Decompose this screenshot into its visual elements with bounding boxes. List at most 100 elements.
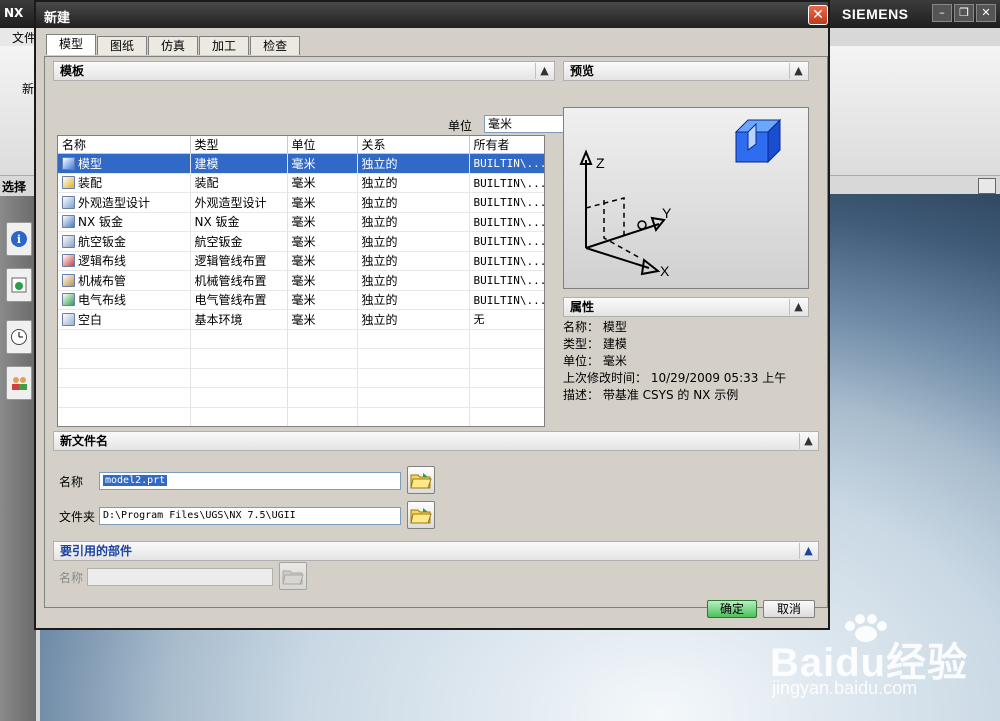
tab-model[interactable]: 模型 — [46, 34, 97, 55]
empty-table-row — [58, 407, 544, 426]
table-row[interactable]: 空白 基本环境 毫米 独立的 无 — [58, 309, 544, 330]
cell-text: 独立的 — [361, 215, 398, 230]
table-row[interactable]: 装配 装配 毫米 独立的 BUILTIN\... — [58, 173, 544, 193]
cell-text: 航空钣金 — [194, 234, 243, 249]
table-cell-unit: 毫米 — [287, 290, 358, 310]
template-icon — [62, 312, 75, 326]
template-icon — [62, 234, 75, 248]
referenced-parts-section-header[interactable]: 要引用的部件 ▲ — [53, 541, 819, 561]
cell-text: 独立的 — [361, 254, 398, 269]
cell-text: 独立的 — [361, 156, 398, 171]
empty-cell — [469, 329, 544, 349]
restore-icon[interactable]: ❐ — [954, 4, 974, 22]
empty-cell — [58, 348, 191, 369]
cell-text: 毫米 — [291, 312, 316, 327]
table-row[interactable]: 外观造型设计 外观造型设计 毫米 独立的 BUILTIN\... — [58, 192, 544, 213]
tab-inspection[interactable]: 检查 — [250, 36, 301, 55]
template-icon — [62, 176, 75, 190]
empty-cell — [58, 407, 191, 426]
table-cell-type: 机械管线布置 — [190, 270, 288, 291]
new-button-label[interactable]: 新 — [22, 80, 34, 97]
empty-cell — [190, 348, 288, 369]
table-row[interactable]: 逻辑布线 逻辑管线布置 毫米 独立的 BUILTIN\... — [58, 251, 544, 271]
cell-text: 逻辑管线布置 — [194, 254, 267, 269]
table-cell-relation: 独立的 — [357, 173, 470, 193]
column-header-relation[interactable]: 关系 — [357, 136, 470, 154]
collapse-chevron-up-icon[interactable]: ▲ — [789, 63, 807, 79]
new-file-dialog: 新建 ✕ 模型 图纸 仿真 加工 检查 模板 ▲ 单位 毫米 ▼ — [34, 0, 830, 630]
dialog-title: 新建 — [44, 11, 71, 26]
collapse-chevron-up-icon[interactable]: ▲ — [535, 63, 553, 79]
cell-text: 毫米 — [291, 273, 316, 288]
table-row[interactable]: 机械布管 机械管线布置 毫米 独立的 BUILTIN\... — [58, 270, 544, 291]
dialog-close-button[interactable]: ✕ — [808, 5, 828, 25]
property-description: 描述： 带基准 CSYS 的 NX 示例 — [563, 388, 739, 402]
properties-list: 名称： 模型 类型： 建模 单位： 毫米 上次修改时间： 10/29/2009 … — [563, 319, 809, 404]
table-header-row: 名称 类型 单位 关系 所有者 — [58, 136, 544, 154]
table-cell-owner: BUILTIN\... — [469, 173, 544, 193]
cell-text: 空白 — [78, 312, 103, 327]
cell-text: 机械管线布置 — [194, 273, 267, 288]
cell-text: 外观造型设计 — [78, 195, 151, 210]
browse-referenced-button — [279, 562, 307, 590]
info-icon[interactable]: i — [6, 222, 32, 256]
column-header-type[interactable]: 类型 — [190, 136, 288, 154]
folder-label: 文件夹 — [59, 510, 96, 524]
cell-text: NX 钣金 — [78, 215, 124, 230]
folder-path-input[interactable]: D:\Program Files\UGS\NX 7.5\UGII — [99, 507, 401, 525]
referenced-parts-section-title: 要引用的部件 — [60, 544, 133, 558]
properties-section-header[interactable]: 属性 ▲ — [563, 297, 809, 317]
resource-bar: i — [0, 196, 36, 721]
cell-text: 独立的 — [361, 312, 398, 327]
ok-button[interactable]: 确定 — [707, 600, 757, 618]
properties-section-title: 属性 — [570, 300, 595, 314]
cell-text: 独立的 — [361, 195, 398, 210]
table-row[interactable]: NX 钣金 NX 钣金 毫米 独立的 BUILTIN\... — [58, 212, 544, 232]
table-cell-unit: 毫米 — [287, 173, 358, 193]
table-cell-relation: 独立的 — [357, 231, 470, 252]
tab-manufacturing[interactable]: 加工 — [199, 36, 250, 55]
table-cell-owner: BUILTIN\... — [469, 192, 544, 213]
tab-simulation[interactable]: 仿真 — [148, 36, 199, 55]
cell-text: NX 钣金 — [194, 215, 240, 230]
templates-table[interactable]: 名称 类型 单位 关系 所有者 模型 建模 毫米 独立的 BUILTIN\... 装配 装配… — [57, 135, 545, 427]
table-row[interactable]: 航空钣金 航空钣金 毫米 独立的 BUILTIN\... — [58, 231, 544, 252]
roles-users-icon[interactable] — [6, 366, 32, 400]
column-header-name[interactable]: 名称 — [58, 136, 191, 154]
open-folder-icon — [282, 570, 304, 585]
cell-text: 毫米 — [291, 234, 316, 249]
cancel-button[interactable]: 取消 — [763, 600, 815, 618]
tab-drawing[interactable]: 图纸 — [97, 36, 148, 55]
dialog-titlebar[interactable]: 新建 ✕ — [36, 2, 828, 28]
column-header-unit[interactable]: 单位 — [287, 136, 358, 154]
table-row[interactable]: 电气布线 电气管线布置 毫米 独立的 BUILTIN\... — [58, 290, 544, 310]
fit-view-icon[interactable] — [978, 178, 996, 194]
collapse-chevron-up-icon[interactable]: ▲ — [789, 299, 807, 315]
template-icon — [62, 273, 75, 287]
table-row[interactable]: 模型 建模 毫米 独立的 BUILTIN\... — [58, 153, 544, 174]
cell-text: 装配 — [78, 176, 103, 191]
collapse-chevron-up-icon[interactable]: ▲ — [799, 543, 817, 559]
collapse-chevron-up-icon[interactable]: ▲ — [799, 433, 817, 449]
browse-folder-button[interactable] — [407, 501, 435, 529]
new-filename-section-header[interactable]: 新文件名 ▲ — [53, 431, 819, 451]
close-icon[interactable]: ✕ — [976, 4, 996, 22]
minimize-icon[interactable]: – — [932, 4, 952, 22]
web-browser-icon[interactable] — [6, 268, 32, 302]
empty-cell — [58, 329, 191, 349]
menu-file[interactable]: 文件 — [12, 29, 36, 46]
column-header-owner[interactable]: 所有者 — [469, 136, 544, 154]
empty-table-row — [58, 348, 544, 369]
filename-input[interactable]: model2.prt — [99, 472, 401, 490]
preview-section-header[interactable]: 预览 ▲ — [563, 61, 809, 81]
cell-text: 毫米 — [291, 215, 316, 230]
table-cell-owner: BUILTIN\... — [469, 231, 544, 252]
empty-cell — [469, 407, 544, 426]
new-filename-section-title: 新文件名 — [60, 434, 109, 448]
preview-section-title: 预览 — [570, 64, 595, 78]
empty-table-row — [58, 368, 544, 388]
browse-folder-button[interactable] — [407, 466, 435, 494]
template-icon — [62, 195, 75, 209]
history-clock-icon[interactable] — [6, 320, 32, 354]
templates-section-header[interactable]: 模板 ▲ — [53, 61, 555, 81]
